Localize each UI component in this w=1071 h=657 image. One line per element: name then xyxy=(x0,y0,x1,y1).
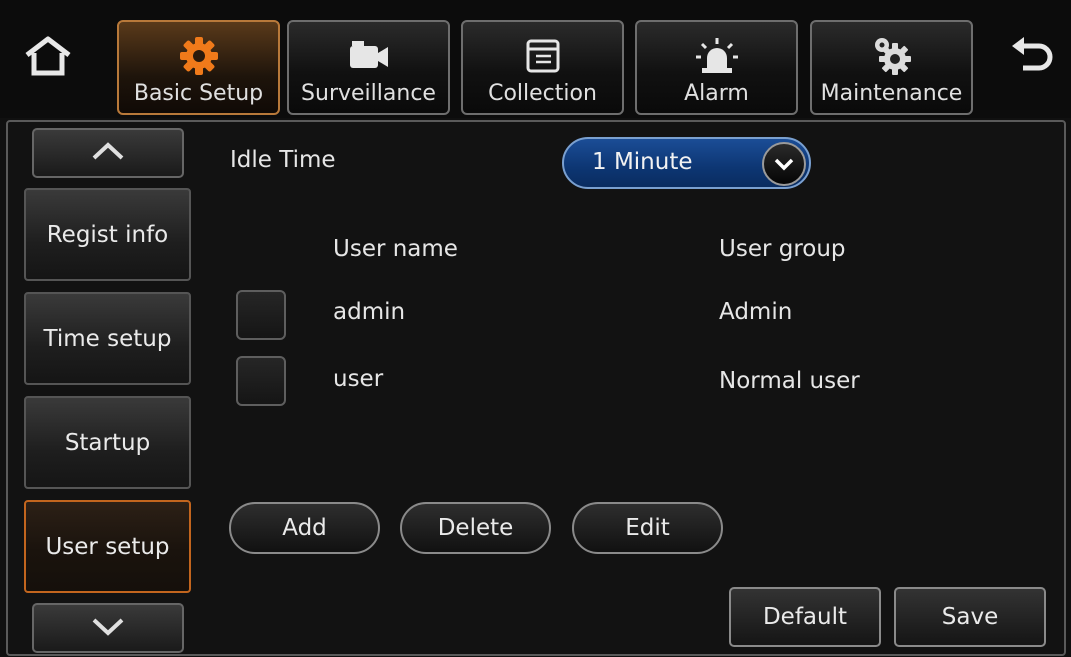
default-label: Default xyxy=(762,604,848,630)
sidebar-item-label: Startup xyxy=(64,429,151,456)
tab-label: Surveillance xyxy=(301,81,436,106)
delete-label: Delete xyxy=(437,515,514,541)
chevron-up-icon xyxy=(91,141,125,165)
default-button[interactable]: Default xyxy=(729,587,881,647)
sidebar-item-label: Time setup xyxy=(43,325,172,352)
row-checkbox-user[interactable] xyxy=(236,356,286,406)
sidebar-item-regist-info[interactable]: Regist info xyxy=(24,188,191,281)
save-label: Save xyxy=(941,604,999,630)
back-arrow-icon xyxy=(1009,36,1055,80)
save-button[interactable]: Save xyxy=(894,587,1046,647)
sidebar-item-startup[interactable]: Startup xyxy=(24,396,191,489)
edit-label: Edit xyxy=(625,515,670,541)
tab-alarm[interactable]: Alarm xyxy=(635,20,798,115)
back-button[interactable] xyxy=(996,22,1068,94)
tab-collection[interactable]: Collection xyxy=(461,20,624,115)
tab-basic-setup[interactable]: Basic Setup xyxy=(117,20,280,115)
tab-label: Maintenance xyxy=(820,81,963,106)
chevron-down-icon xyxy=(91,616,125,640)
home-icon xyxy=(23,35,73,81)
gear-icon xyxy=(179,31,219,81)
column-header-user-name: User name xyxy=(333,236,458,262)
column-header-user-group: User group xyxy=(719,236,846,262)
idle-time-value: 1 Minute xyxy=(592,149,693,175)
tab-label: Collection xyxy=(488,81,597,106)
tab-maintenance[interactable]: Maintenance xyxy=(810,20,973,115)
sidebar-scroll-up-button[interactable] xyxy=(32,128,184,178)
add-user-button[interactable]: Add xyxy=(229,502,380,554)
idle-time-select[interactable]: 1 Minute xyxy=(562,137,811,189)
sidebar-item-label: Regist info xyxy=(46,221,169,248)
table-cell-user-group: Admin xyxy=(719,299,793,325)
siren-icon xyxy=(695,31,739,81)
tab-label: Basic Setup xyxy=(133,81,264,106)
tab-label: Alarm xyxy=(684,81,749,106)
sidebar-item-label: User setup xyxy=(45,533,170,560)
row-checkbox-admin[interactable] xyxy=(236,290,286,340)
camera-icon xyxy=(348,31,390,81)
table-cell-user-name: admin xyxy=(333,299,406,325)
tab-surveillance[interactable]: Surveillance xyxy=(287,20,450,115)
gears-icon xyxy=(870,31,914,81)
sidebar-item-user-setup[interactable]: User setup xyxy=(24,500,191,593)
sidebar-scroll-down-button[interactable] xyxy=(32,603,184,653)
home-button[interactable] xyxy=(12,22,84,94)
chevron-down-icon xyxy=(762,142,806,186)
table-cell-user-group: Normal user xyxy=(719,368,860,394)
table-cell-user-name: user xyxy=(333,366,384,392)
idle-time-label: Idle Time xyxy=(230,147,336,173)
delete-user-button[interactable]: Delete xyxy=(400,502,551,554)
sidebar-item-time-setup[interactable]: Time setup xyxy=(24,292,191,385)
edit-user-button[interactable]: Edit xyxy=(572,502,723,554)
add-label: Add xyxy=(282,515,327,541)
folder-icon xyxy=(525,31,561,81)
